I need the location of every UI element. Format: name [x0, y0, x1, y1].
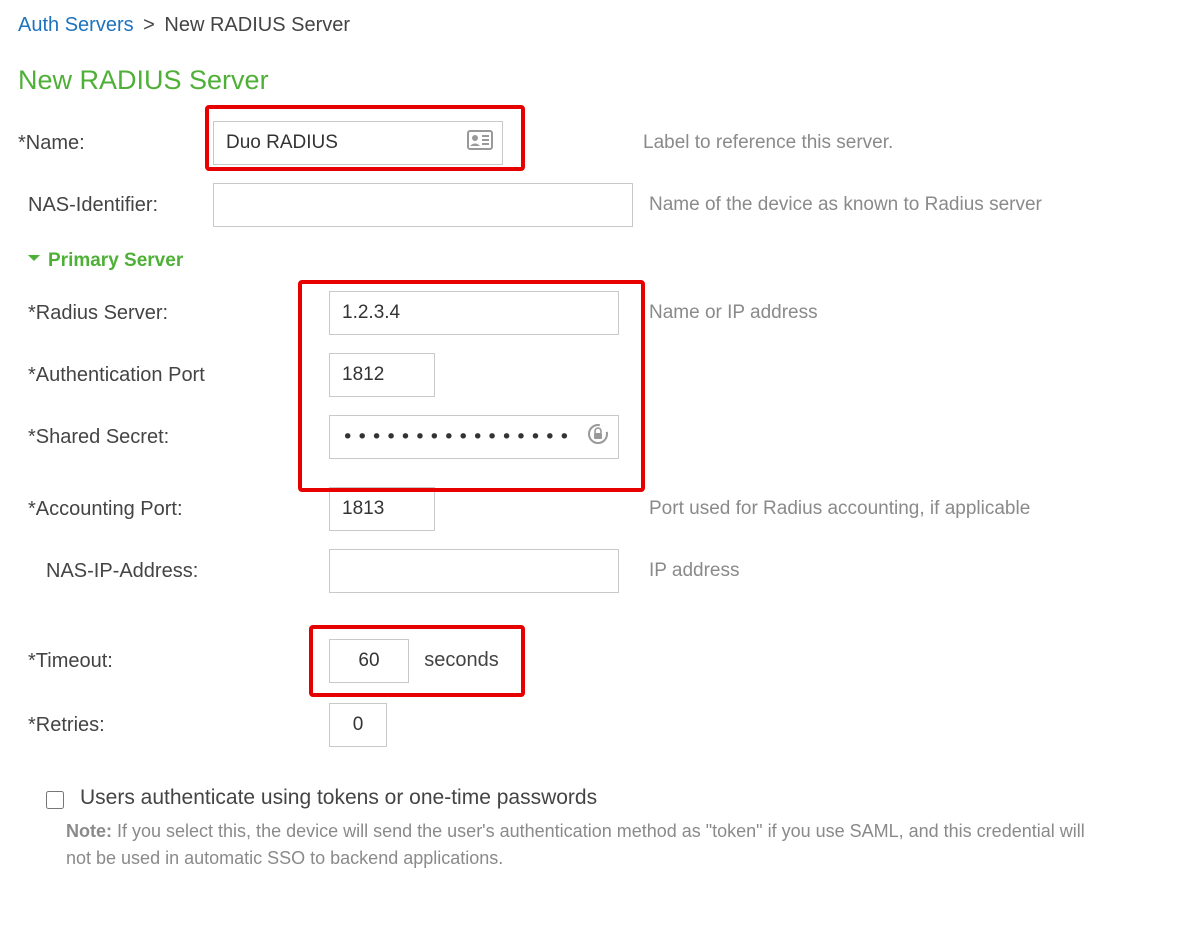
shared-secret-field[interactable] [329, 415, 619, 459]
input-col-radius-server [313, 291, 643, 335]
row-token-auth-checkbox: Users authenticate using tokens or one-t… [46, 786, 1160, 810]
breadcrumb: Auth Servers > New RADIUS Server [18, 14, 1160, 37]
chevron-down-icon [26, 250, 42, 272]
row-auth-port: *Authentication Port [18, 348, 1160, 402]
hint-nas-ip: IP address [643, 560, 739, 582]
row-nas-identifier: NAS-Identifier: Name of the device as kn… [18, 178, 1160, 232]
token-auth-note: Note: If you select this, the device wil… [66, 818, 1086, 872]
label-timeout: *Timeout: [18, 650, 313, 673]
section-header-primary-server[interactable]: Primary Server [26, 250, 1160, 272]
nas-ip-field[interactable] [329, 549, 619, 593]
page-container: Auth Servers > New RADIUS Server New RAD… [18, 14, 1160, 872]
hint-radius-server: Name or IP address [643, 302, 818, 324]
hint-accounting-port: Port used for Radius accounting, if appl… [643, 498, 1030, 520]
row-name: *Name: Label to reference this server. [18, 116, 1160, 170]
label-nas-ip: NAS-IP-Address: [18, 560, 313, 583]
token-auth-checkbox[interactable] [46, 791, 64, 809]
timeout-field[interactable] [329, 639, 409, 683]
label-accounting-port: *Accounting Port: [18, 498, 313, 521]
label-nas-identifier: NAS-Identifier: [18, 194, 213, 217]
breadcrumb-separator: > [143, 14, 155, 36]
input-col-shared-secret [313, 415, 643, 459]
nas-identifier-field[interactable] [213, 183, 633, 227]
row-nas-ip: NAS-IP-Address: IP address [18, 544, 1160, 598]
primary-server-block: *Radius Server: Name or IP address *Auth… [18, 286, 1160, 752]
section-title-primary: Primary Server [48, 250, 183, 272]
note-text: If you select this, the device will send… [66, 821, 1085, 868]
auth-port-field[interactable] [329, 353, 435, 397]
label-retries: *Retries: [18, 714, 313, 737]
label-shared-secret: *Shared Secret: [18, 426, 313, 449]
hint-nas-identifier: Name of the device as known to Radius se… [643, 194, 1042, 216]
lock-refresh-icon [587, 423, 609, 451]
radius-server-field[interactable] [329, 291, 619, 335]
breadcrumb-link-auth-servers[interactable]: Auth Servers [18, 14, 134, 36]
label-auth-port: *Authentication Port [18, 364, 313, 387]
id-card-icon [467, 130, 493, 156]
breadcrumb-current: New RADIUS Server [164, 14, 350, 36]
timeout-unit: seconds [424, 649, 499, 671]
note-prefix: Note: [66, 821, 112, 841]
input-col-name [213, 121, 553, 165]
retries-field[interactable] [329, 703, 387, 747]
name-field[interactable] [213, 121, 503, 165]
label-name: *Name: [18, 132, 213, 155]
input-col-accounting-port [313, 487, 643, 531]
row-shared-secret: *Shared Secret: [18, 410, 1160, 464]
row-retries: *Retries: [18, 698, 1160, 752]
input-col-timeout: seconds [313, 639, 553, 683]
label-radius-server: *Radius Server: [18, 302, 313, 325]
input-col-nas-identifier [213, 183, 643, 227]
row-radius-server: *Radius Server: Name or IP address [18, 286, 1160, 340]
input-col-auth-port [313, 353, 643, 397]
token-auth-label: Users authenticate using tokens or one-t… [80, 786, 597, 810]
accounting-port-field[interactable] [329, 487, 435, 531]
input-col-retries [313, 703, 643, 747]
row-timeout: *Timeout: seconds [18, 634, 1160, 688]
page-title: New RADIUS Server [18, 65, 1160, 96]
hint-name: Label to reference this server. [553, 132, 893, 154]
row-accounting-port: *Accounting Port: Port used for Radius a… [18, 482, 1160, 536]
input-col-nas-ip [313, 549, 643, 593]
